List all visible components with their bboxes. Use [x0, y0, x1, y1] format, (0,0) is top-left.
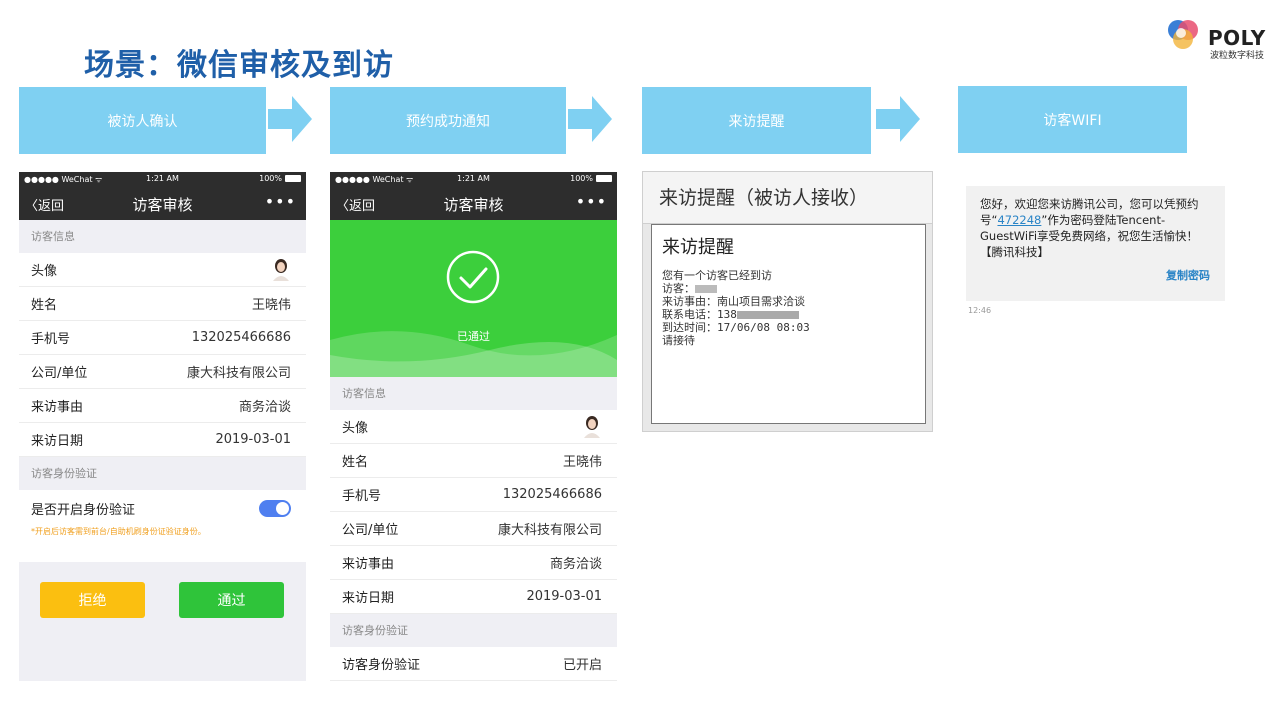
arrow-right-icon — [568, 96, 612, 142]
row-label: 头像 — [342, 421, 369, 436]
battery-level: 100% — [570, 174, 593, 183]
step-booking-success: 预约成功通知 — [330, 87, 566, 154]
row-value: 王晓伟 — [251, 298, 291, 313]
row-avatar: 头像 — [19, 253, 306, 287]
row-label: 手机号 — [31, 332, 71, 347]
row-verify-toggle: 是否开启身份验证 — [19, 490, 306, 526]
verify-toggle[interactable] — [259, 499, 291, 517]
brand-subtitle: 波粒数字科技 — [1210, 51, 1265, 61]
row-label: 公司/单位 — [342, 523, 399, 538]
step-visit-reminder: 来访提醒 — [642, 87, 871, 154]
reminder-header: 来访提醒（被访人接收） — [643, 172, 932, 224]
row-label: 来访事由 — [342, 557, 395, 572]
row-date: 来访日期 2019-03-01 — [19, 423, 306, 457]
row-name: 姓名 王晓伟 — [330, 444, 617, 478]
row-value: 商务洽谈 — [549, 557, 602, 572]
success-banner: 已通过 — [330, 220, 617, 377]
row-label: 公司/单位 — [31, 366, 88, 381]
row-label: 来访事由 — [31, 400, 84, 415]
reject-button[interactable]: 拒绝 — [40, 582, 145, 618]
brand-logo: POLY 波粒数字科技 — [1162, 14, 1272, 62]
row-value: 康大科技有限公司 — [186, 366, 291, 381]
reminder-card: 来访提醒 您有一个访客已经到访 访客： 来访事由：南山项目需求洽谈 联系电话：1… — [651, 224, 926, 424]
more-button[interactable]: ••• — [576, 192, 607, 211]
phone-visitor-review: ●●●●● WeChat ᯤ 1:21 AM 100% 〈返回 访客审核 •••… — [19, 172, 306, 681]
row-value: 王晓伟 — [562, 455, 602, 470]
reminder-card-title: 来访提醒 — [662, 237, 734, 258]
section-identity-verify: 访客身份验证 — [330, 614, 617, 647]
row-value: 商务洽谈 — [238, 400, 291, 415]
row-value: 2019-03-01 — [526, 589, 602, 604]
section-visitor-info: 访客信息 — [330, 377, 617, 410]
row-label: 头像 — [31, 264, 58, 279]
reminder-line: 来访事由：南山项目需求洽谈 — [662, 295, 805, 308]
check-circle-icon — [446, 250, 500, 304]
row-date: 来访日期 2019-03-01 — [330, 580, 617, 614]
arrow-right-icon — [876, 96, 920, 142]
status-bar: ●●●●● WeChat ᯤ 1:21 AM 100% — [330, 172, 617, 186]
reminder-line: 您有一个访客已经到访 — [662, 269, 772, 282]
nav-title: 访客审核 — [132, 196, 193, 214]
row-company: 公司/单位 康大科技有限公司 — [330, 512, 617, 546]
row-label: 姓名 — [342, 455, 369, 470]
arrow-right-icon — [268, 96, 312, 142]
row-value: 康大科技有限公司 — [497, 523, 602, 538]
page-title: 场景：微信审核及到访 — [84, 48, 394, 83]
wifi-sms-message: 您好，欢迎您来访腾讯公司，您可以凭预约号“472248”作为密码登陆Tencen… — [966, 186, 1225, 301]
row-label: 来访日期 — [31, 434, 84, 449]
row-value: 132025466686 — [502, 487, 602, 502]
reminder-line-phone: 联系电话：138 — [662, 308, 915, 321]
row-label: 来访日期 — [342, 591, 395, 606]
reminder-line-visitor: 访客： — [662, 282, 915, 295]
step-visited-confirm: 被访人确认 — [19, 87, 266, 154]
row-company: 公司/单位 康大科技有限公司 — [19, 355, 306, 389]
brand-name: POLY — [1208, 26, 1266, 50]
sms-timestamp: 12:46 — [968, 306, 992, 315]
row-name: 姓名 王晓伟 — [19, 287, 306, 321]
nav-title: 访客审核 — [443, 196, 504, 214]
slide: 场景：微信审核及到访 POLY 波粒数字科技 被访人确认 预约成功通知 来访提醒… — [0, 0, 1280, 720]
avatar-icon — [584, 415, 600, 438]
row-label: 是否开启身份验证 — [31, 502, 136, 518]
row-purpose: 来访事由 商务洽谈 — [330, 546, 617, 580]
section-visitor-info: 访客信息 — [19, 220, 306, 253]
row-label: 手机号 — [342, 489, 382, 504]
passed-label: 已通过 — [457, 330, 490, 343]
copy-password-link[interactable]: 复制密码 — [1166, 268, 1210, 284]
row-label: 访客身份验证 — [342, 658, 421, 673]
row-value: 132025466686 — [191, 330, 291, 345]
action-area: 拒绝 通过 — [19, 562, 306, 681]
status-bar: ●●●●● WeChat ᯤ 1:21 AM 100% — [19, 172, 306, 186]
reminder-line: 请接待 — [662, 334, 695, 347]
nav-bar: 〈返回 访客审核 ••• — [330, 186, 617, 220]
battery-level: 100% — [259, 174, 282, 183]
booking-code-link[interactable]: 472248 — [997, 213, 1041, 227]
section-identity-verify: 访客身份验证 — [19, 457, 306, 490]
step-visitor-wifi: 访客WIFI — [958, 86, 1187, 153]
verify-status: 已开启 — [562, 658, 602, 673]
row-verify-status: 访客身份验证 已开启 — [330, 647, 617, 681]
battery-icon — [285, 175, 301, 182]
row-phone: 手机号 132025466686 — [330, 478, 617, 512]
avatar-icon — [273, 258, 289, 281]
redacted-block — [736, 311, 799, 319]
visit-reminder-panel: 来访提醒（被访人接收） 来访提醒 您有一个访客已经到访 访客： 来访事由：南山项… — [642, 171, 933, 432]
redacted-block — [695, 285, 717, 293]
verify-hint: *开启后访客需到前台/自助机刷身份证验证身份。 — [19, 526, 306, 562]
more-button[interactable]: ••• — [265, 192, 296, 211]
reminder-line: 到达时间：17/06/08 08:03 — [662, 321, 810, 334]
poly-logo-icon — [1168, 20, 1198, 49]
phone-approved: ●●●●● WeChat ᯤ 1:21 AM 100% 〈返回 访客审核 •••… — [330, 172, 617, 681]
nav-bar: 〈返回 访客审核 ••• — [19, 186, 306, 220]
row-purpose: 来访事由 商务洽谈 — [19, 389, 306, 423]
row-label: 姓名 — [31, 298, 58, 313]
row-phone: 手机号 132025466686 — [19, 321, 306, 355]
row-value: 2019-03-01 — [215, 432, 291, 447]
battery-icon — [596, 175, 612, 182]
approve-button[interactable]: 通过 — [179, 582, 284, 618]
row-avatar: 头像 — [330, 410, 617, 444]
